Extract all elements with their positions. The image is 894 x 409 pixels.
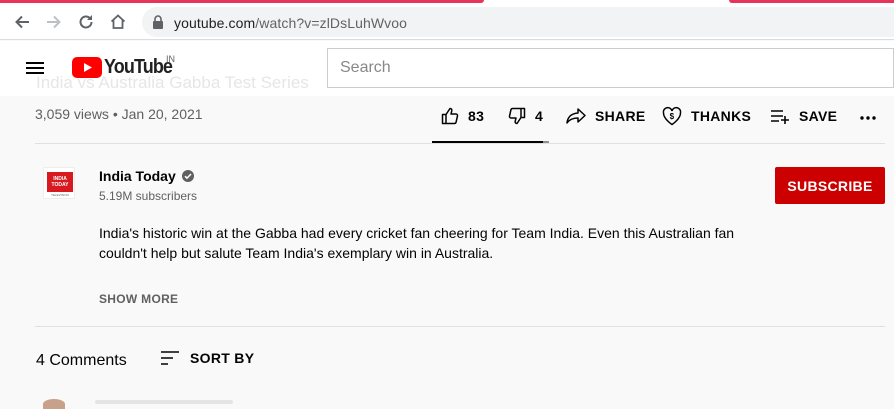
comment-author-avatar[interactable] (43, 399, 65, 409)
divider (35, 326, 885, 327)
address-bar[interactable]: youtube.com/watch?v=zlDsLuhWvoo (142, 7, 894, 37)
svg-text:$: $ (670, 112, 675, 121)
show-more-button[interactable]: SHOW MORE (99, 292, 178, 306)
back-icon[interactable] (9, 9, 35, 35)
sort-by-button[interactable]: SORT BY (160, 350, 254, 366)
thumbs-up-icon (441, 107, 459, 125)
comment-input-peek[interactable] (95, 400, 233, 404)
sentiment-bar-dislikes (543, 141, 549, 143)
playlist-add-icon (771, 110, 789, 124)
share-icon (566, 108, 586, 124)
like-count: 83 (468, 108, 485, 124)
video-meta-row: 3,059 views • Jan 20, 2021 83 4 SHARE $ … (35, 96, 885, 144)
super-thanks-heart-icon: $ (662, 106, 682, 126)
thumbs-down-icon (508, 107, 526, 125)
reload-icon[interactable] (73, 9, 99, 35)
lock-icon[interactable] (152, 15, 164, 34)
forward-icon[interactable] (41, 9, 67, 35)
share-button[interactable]: SHARE (565, 104, 646, 128)
url-text: youtube.com/watch?v=zlDsLuhWvoo (174, 15, 408, 31)
channel-logo-subtext: TELEVISION (51, 193, 69, 197)
sentiment-bar-likes (432, 141, 543, 143)
comments-count: 4 Comments (36, 352, 127, 369)
thanks-button[interactable]: $ THANKS (661, 104, 751, 128)
channel-name-link[interactable]: India Today (99, 168, 195, 184)
dislike-count: 4 (535, 108, 544, 124)
sort-icon (161, 351, 179, 365)
home-icon[interactable] (105, 9, 131, 35)
more-actions-icon[interactable] (859, 104, 885, 128)
hamburger-menu-icon[interactable] (25, 59, 47, 77)
youtube-play-icon (72, 57, 102, 78)
browser-toolbar: youtube.com/watch?v=zlDsLuhWvoo (0, 3, 894, 40)
subscriber-count: 5.19M subscribers (99, 189, 198, 203)
search-input[interactable]: Search (327, 48, 894, 88)
channel-logo-text: INDIA TODAY (47, 172, 73, 192)
subscribe-button[interactable]: SUBSCRIBE (775, 167, 885, 204)
youtube-logo[interactable]: YouTube (72, 56, 180, 79)
video-description: India's historic win at the Gabba had ev… (99, 225, 735, 261)
dislike-button[interactable]: 4 (507, 104, 543, 128)
view-count-date: 3,059 views • Jan 20, 2021 (35, 106, 203, 122)
country-code: IN (166, 54, 175, 64)
like-button[interactable]: 83 (440, 104, 484, 128)
save-button[interactable]: SAVE (769, 104, 837, 128)
verified-check-icon (181, 170, 194, 182)
channel-avatar[interactable]: INDIA TODAY TELEVISION (43, 167, 75, 199)
search-placeholder: Search (340, 59, 391, 76)
